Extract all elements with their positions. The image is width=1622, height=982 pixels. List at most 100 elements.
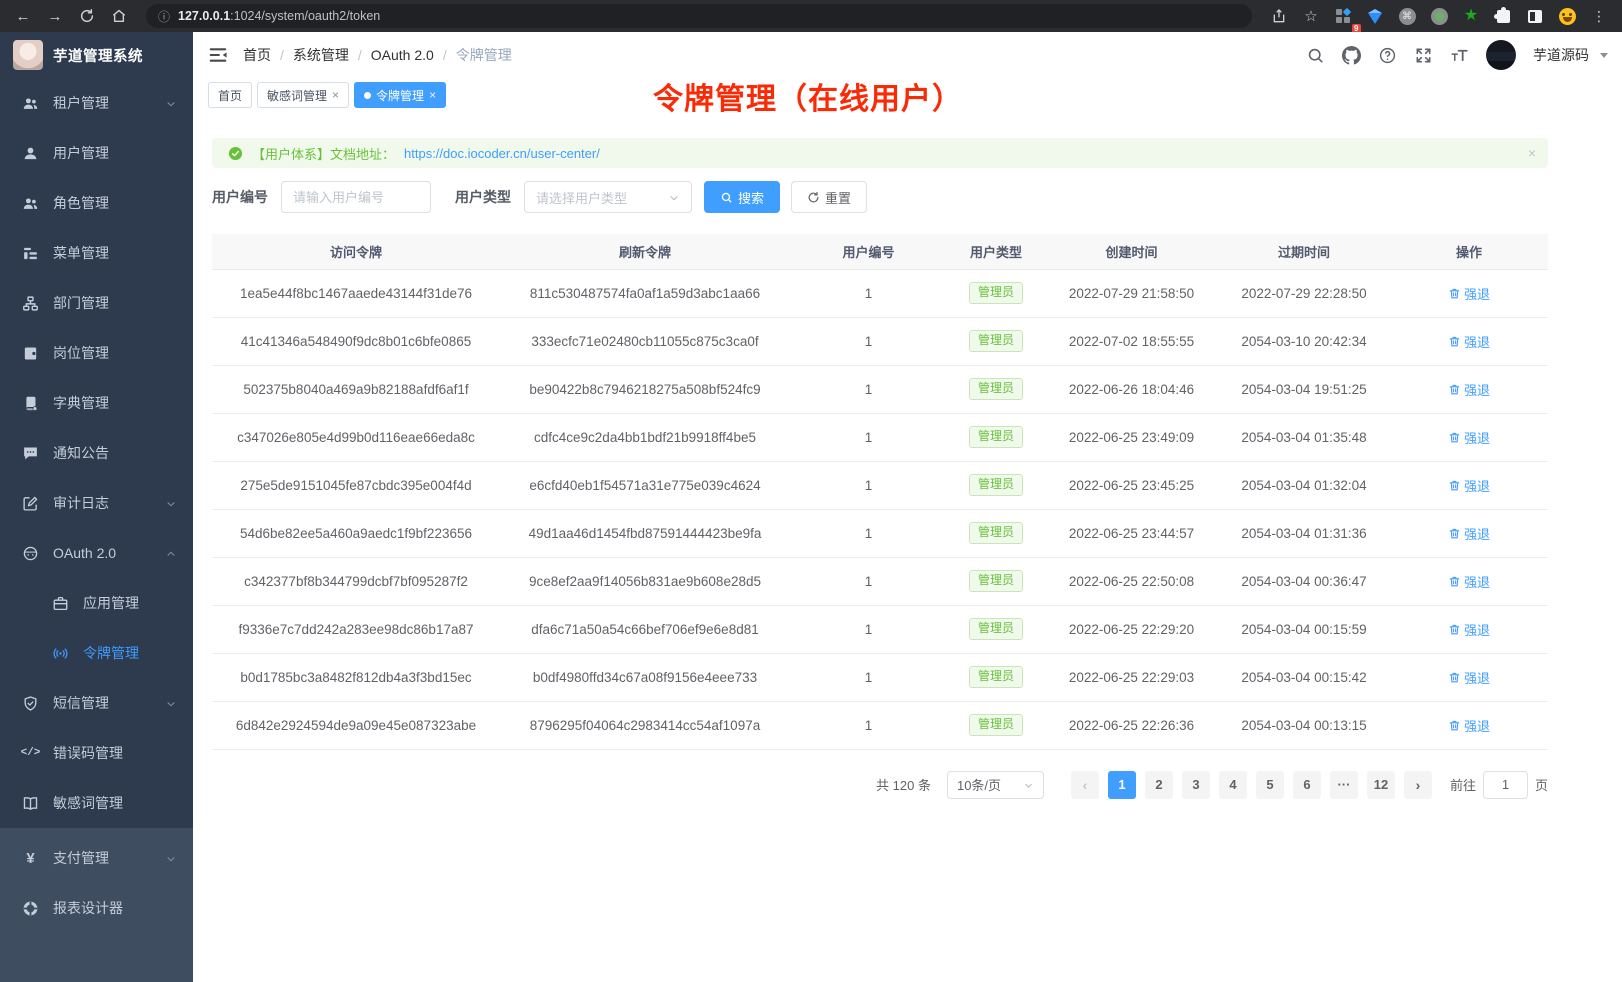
page-button-6[interactable]: 6 [1293,771,1321,799]
trash-icon [1448,287,1461,300]
page-button-3[interactable]: 3 [1182,771,1210,799]
force-logout-button[interactable]: 强退 [1448,284,1490,303]
extension-command-icon[interactable]: ⌘ [1394,3,1420,29]
user-name[interactable]: 芋道源码 [1533,45,1589,65]
force-logout-button[interactable]: 强退 [1448,620,1490,639]
share-icon[interactable] [1266,3,1292,29]
next-page-button[interactable]: › [1404,771,1432,799]
sidebar-item-token[interactable]: 令牌管理 [0,628,193,678]
breadcrumb-item[interactable]: 首页 [243,45,271,65]
bookmark-star-icon[interactable]: ☆ [1298,3,1324,29]
sidebar-item-app[interactable]: 应用管理 [0,578,193,628]
sidebar-item-pay[interactable]: ¥支付管理 [0,833,193,883]
user-id-input[interactable] [281,181,431,213]
sidebar-item-oauth2[interactable]: OAuth 2.0 [0,528,193,578]
prev-page-button[interactable]: ‹ [1071,771,1099,799]
browser-back-icon[interactable]: ← [10,3,36,29]
extension-record-icon[interactable] [1426,3,1452,29]
sidebar-item-report-designer[interactable]: 报表设计器 [0,883,193,933]
browser-forward-icon[interactable]: → [42,3,68,29]
report-designer-icon [22,900,39,917]
sidebar-item-label: 字典管理 [53,393,177,413]
table-header-row: 访问令牌刷新令牌用户编号用户类型创建时间过期时间操作 [212,234,1548,269]
sidebar-item-dict[interactable]: 字典管理 [0,378,193,428]
cell-create-time: 2022-07-02 18:55:55 [1045,317,1218,365]
force-logout-button[interactable]: 强退 [1448,668,1490,687]
goto-page-input[interactable] [1483,771,1528,799]
cell-action: 强退 [1390,605,1548,653]
extension-puzzle-icon[interactable] [1490,3,1516,29]
split-screen-icon[interactable] [1522,3,1548,29]
breadcrumb-item[interactable]: 系统管理 [293,45,349,65]
reset-button[interactable]: 重置 [791,181,867,213]
page-button-4[interactable]: 4 [1219,771,1247,799]
extension-gem-icon[interactable] [1362,3,1388,29]
tab-tag-首页[interactable]: 首页 [208,82,252,108]
more-pages-button[interactable]: ··· [1330,771,1358,799]
address-bar[interactable]: ⓘ 127.0.0.1:1024/system/oauth2/token [146,4,1252,28]
token-icon [52,645,69,662]
sidebar-item-role[interactable]: 角色管理 [0,178,193,228]
cell-expire-time: 2054-03-04 01:32:04 [1218,461,1390,509]
browser-home-icon[interactable] [106,3,132,29]
tab-tag-敏感词管理[interactable]: 敏感词管理× [257,82,349,108]
chevron-down-icon[interactable] [1600,53,1608,58]
sidebar-item-audit-log[interactable]: 审计日志 [0,478,193,528]
trash-icon [1448,527,1461,540]
table-row: 502375b8040a469a9b82188afdf6af1fbe90422b… [212,365,1548,413]
sidebar-item-tenant[interactable]: 租户管理 [0,78,193,128]
sidebar-item-notice[interactable]: 通知公告 [0,428,193,478]
extension-star-icon[interactable]: ★ [1458,3,1484,29]
page-button-5[interactable]: 5 [1256,771,1284,799]
cell-user-id: 1 [790,461,947,509]
cell-user-type: 管理员 [947,509,1045,557]
browser-reload-icon[interactable] [74,3,100,29]
user-type-select[interactable]: 请选择用户类型 [524,181,692,213]
app-logo[interactable]: 芋道管理系统 [0,32,193,78]
close-icon[interactable]: × [332,89,339,101]
sidebar-item-sms[interactable]: 短信管理 [0,678,193,728]
force-logout-button[interactable]: 强退 [1448,332,1490,351]
user-type-badge: 管理员 [969,330,1023,353]
force-logout-button[interactable]: 强退 [1448,572,1490,591]
force-logout-button[interactable]: 强退 [1448,380,1490,399]
alert-close-icon[interactable]: × [1528,145,1536,161]
browser-menu-icon[interactable]: ⋮ [1586,3,1612,29]
tab-tag-令牌管理[interactable]: 令牌管理× [354,82,446,108]
sidebar-item-post[interactable]: 岗位管理 [0,328,193,378]
sensitive-word-icon [22,795,39,812]
search-button[interactable]: 搜索 [704,181,780,213]
page-button-2[interactable]: 2 [1145,771,1173,799]
force-logout-button[interactable]: 强退 [1448,428,1490,447]
github-icon[interactable] [1342,46,1361,65]
page-button-12[interactable]: 12 [1367,771,1395,799]
page-button-1[interactable]: 1 [1108,771,1136,799]
sidebar-item-error-code[interactable]: </>错误码管理 [0,728,193,778]
cell-action: 强退 [1390,557,1548,605]
user-avatar[interactable] [1486,40,1516,70]
table-row: c342377bf8b344799dcbf7bf095287f29ce8ef2a… [212,557,1548,605]
force-logout-button[interactable]: 强退 [1448,716,1490,735]
sidebar-item-menu[interactable]: 菜单管理 [0,228,193,278]
help-icon[interactable] [1378,46,1397,65]
page-size-select[interactable]: 10条/页 [947,771,1044,799]
site-info-icon[interactable]: ⓘ [158,8,170,25]
alert-doc-link[interactable]: https://doc.iocoder.cn/user-center/ [404,146,600,161]
font-size-icon[interactable] [1450,46,1469,65]
column-header: 操作 [1390,234,1548,269]
close-icon[interactable]: × [429,89,436,101]
browser-profile-avatar[interactable] [1554,3,1580,29]
sidebar-item-dept[interactable]: 部门管理 [0,278,193,328]
menu-fold-icon[interactable] [207,44,229,66]
force-logout-button[interactable]: 强退 [1448,476,1490,495]
breadcrumb-item[interactable]: OAuth 2.0 [371,47,434,63]
extension-grid-icon[interactable]: 9 [1330,3,1356,29]
sidebar-item-label: 审计日志 [53,493,165,513]
force-logout-button[interactable]: 强退 [1448,524,1490,543]
search-icon[interactable] [1306,46,1325,65]
sidebar-item-sensitive-word[interactable]: 敏感词管理 [0,778,193,828]
fullscreen-icon[interactable] [1414,46,1433,65]
cell-expire-time: 2054-03-04 19:51:25 [1218,365,1390,413]
cell-expire-time: 2054-03-10 20:42:34 [1218,317,1390,365]
sidebar-item-user[interactable]: 用户管理 [0,128,193,178]
